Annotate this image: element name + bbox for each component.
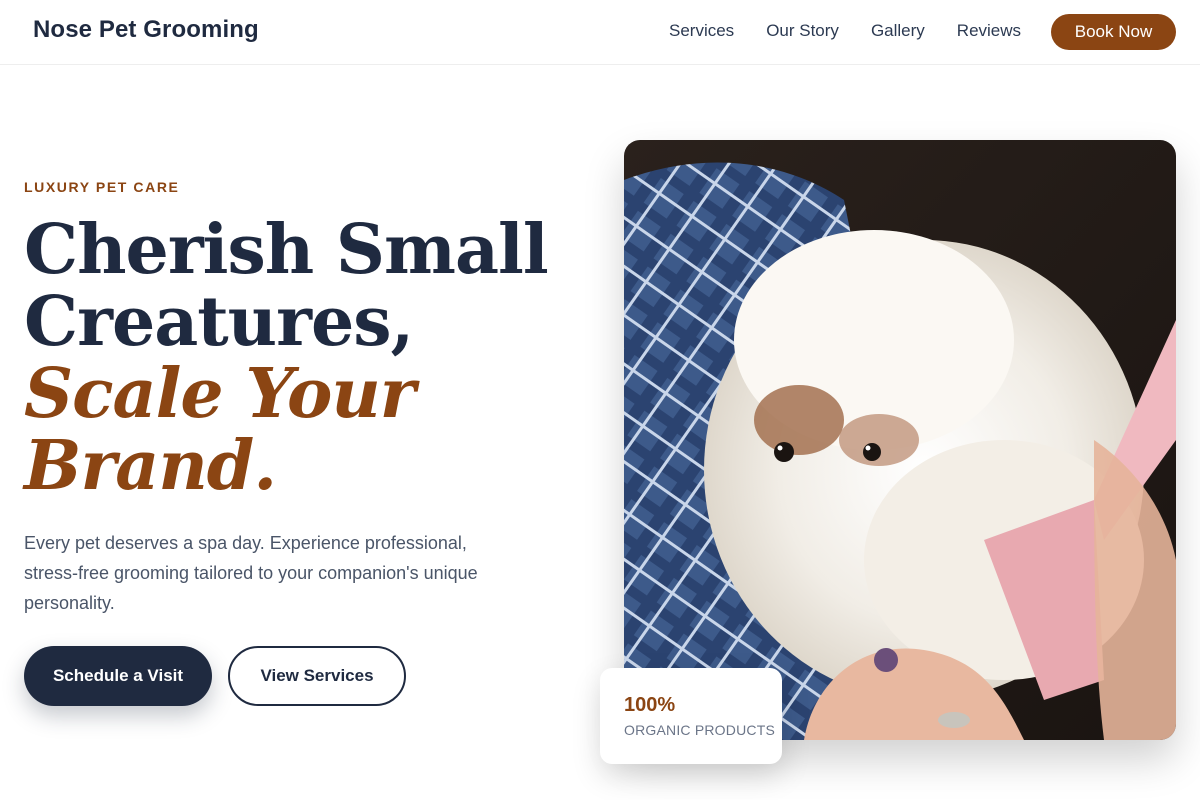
- main-nav: Services Our Story Gallery Reviews: [669, 21, 1053, 41]
- nav-link-gallery[interactable]: Gallery: [871, 21, 925, 41]
- nav-link-services[interactable]: Services: [669, 21, 734, 41]
- stat-value: 100%: [624, 694, 676, 716]
- brand-logo[interactable]: Nose Pet Grooming: [33, 16, 259, 44]
- hero-eyebrow: LUXURY PET CARE: [24, 179, 180, 195]
- site-header: Nose Pet Grooming Services Our Story Gal…: [0, 0, 1200, 65]
- book-now-button[interactable]: Book Now: [1051, 14, 1176, 50]
- headline-line-1: Cherish Small: [24, 210, 549, 290]
- headline-accent-2: Brand.: [24, 426, 277, 506]
- nav-link-our-story[interactable]: Our Story: [766, 21, 839, 41]
- stat-label: ORGANIC PRODUCTS: [624, 722, 775, 738]
- organic-stat-card: 100% ORGANIC PRODUCTS: [600, 668, 782, 764]
- nav-link-reviews[interactable]: Reviews: [957, 21, 1021, 41]
- headline-accent-1: Scale Your: [24, 354, 416, 434]
- hero-dog-image: [624, 140, 1176, 740]
- hero-description: Every pet deserves a spa day. Experience…: [24, 533, 478, 613]
- schedule-visit-button[interactable]: Schedule a Visit: [24, 646, 212, 706]
- headline-line-2: Creatures,: [24, 282, 414, 362]
- hero-headline: Cherish Small Creatures, Scale Your Bran…: [24, 214, 584, 502]
- view-services-button[interactable]: View Services: [228, 646, 406, 706]
